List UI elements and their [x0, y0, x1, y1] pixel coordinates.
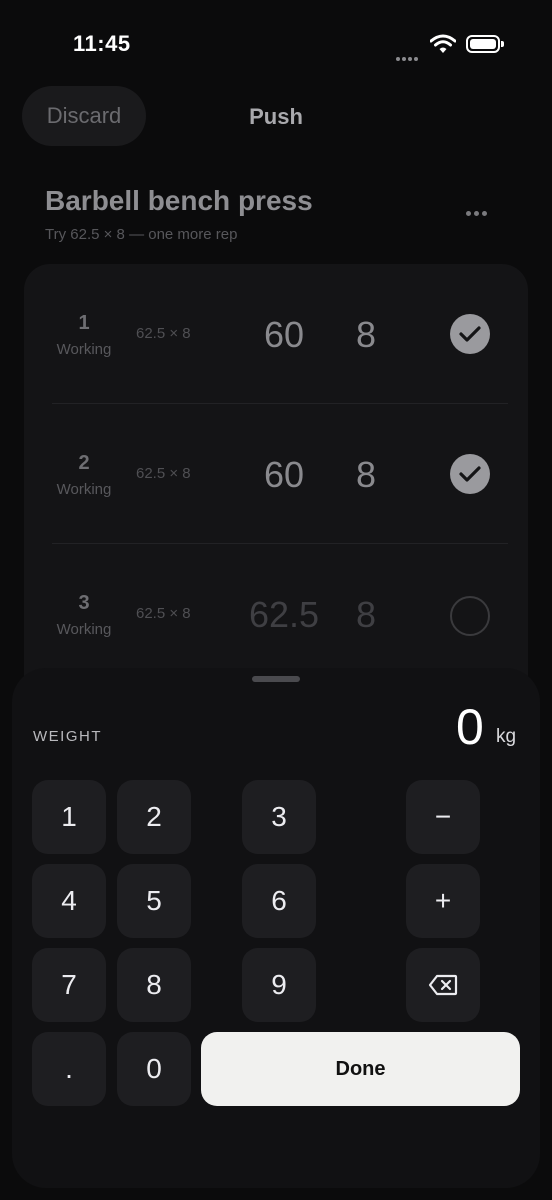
- set-incomplete-circle-icon[interactable]: [450, 596, 490, 636]
- keypad-field-label: WEIGHT: [33, 728, 102, 745]
- set-number: 1: [78, 312, 90, 334]
- set-type: Working: [56, 341, 112, 358]
- backspace-button[interactable]: [406, 948, 480, 1022]
- set-number: 2: [78, 452, 90, 474]
- wifi-icon: [429, 34, 457, 59]
- key-8[interactable]: 8: [117, 948, 191, 1022]
- key-4[interactable]: 4: [32, 864, 106, 938]
- battery-nub: [501, 41, 504, 47]
- set-type: Working: [56, 481, 112, 498]
- set-row: 3 Working 62.5 × 8 62.5 8: [24, 544, 528, 684]
- minus-button[interactable]: −: [406, 780, 480, 854]
- key-1[interactable]: 1: [32, 780, 106, 854]
- set-complete-check-icon[interactable]: [450, 454, 490, 494]
- key-decimal[interactable]: .: [32, 1032, 106, 1106]
- key-0[interactable]: 0: [117, 1032, 191, 1106]
- exercise-name: Barbell bench press: [45, 185, 313, 216]
- done-button[interactable]: Done: [201, 1032, 520, 1106]
- workout-title: Push: [249, 104, 303, 129]
- set-reps[interactable]: 8: [324, 314, 408, 356]
- sheet-grabber[interactable]: [252, 676, 300, 682]
- set-row: 2 Working 62.5 × 8 60 8: [24, 404, 528, 544]
- backspace-icon: [428, 974, 458, 996]
- cellular-signal-icon: [396, 48, 420, 66]
- key-9[interactable]: 9: [242, 948, 316, 1022]
- set-number: 3: [78, 592, 90, 614]
- key-6[interactable]: 6: [242, 864, 316, 938]
- set-reps[interactable]: 8: [324, 594, 408, 636]
- status-time: 11:45: [73, 31, 131, 56]
- key-5[interactable]: 5: [117, 864, 191, 938]
- plus-button[interactable]: +: [406, 864, 480, 938]
- set-row: 1 Working 62.5 × 8 60 8: [24, 264, 528, 404]
- set-type: Working: [56, 621, 112, 638]
- more-options-icon[interactable]: [466, 203, 490, 221]
- key-7[interactable]: 7: [32, 948, 106, 1022]
- key-2[interactable]: 2: [117, 780, 191, 854]
- keypad-unit: kg: [496, 726, 517, 747]
- set-reps[interactable]: 8: [324, 454, 408, 496]
- battery-icon: [466, 35, 500, 53]
- set-complete-check-icon[interactable]: [450, 314, 490, 354]
- exercise-hint: Try 62.5 × 8 — one more rep: [45, 226, 238, 243]
- keypad-value: 0: [456, 699, 484, 755]
- key-3[interactable]: 3: [242, 780, 316, 854]
